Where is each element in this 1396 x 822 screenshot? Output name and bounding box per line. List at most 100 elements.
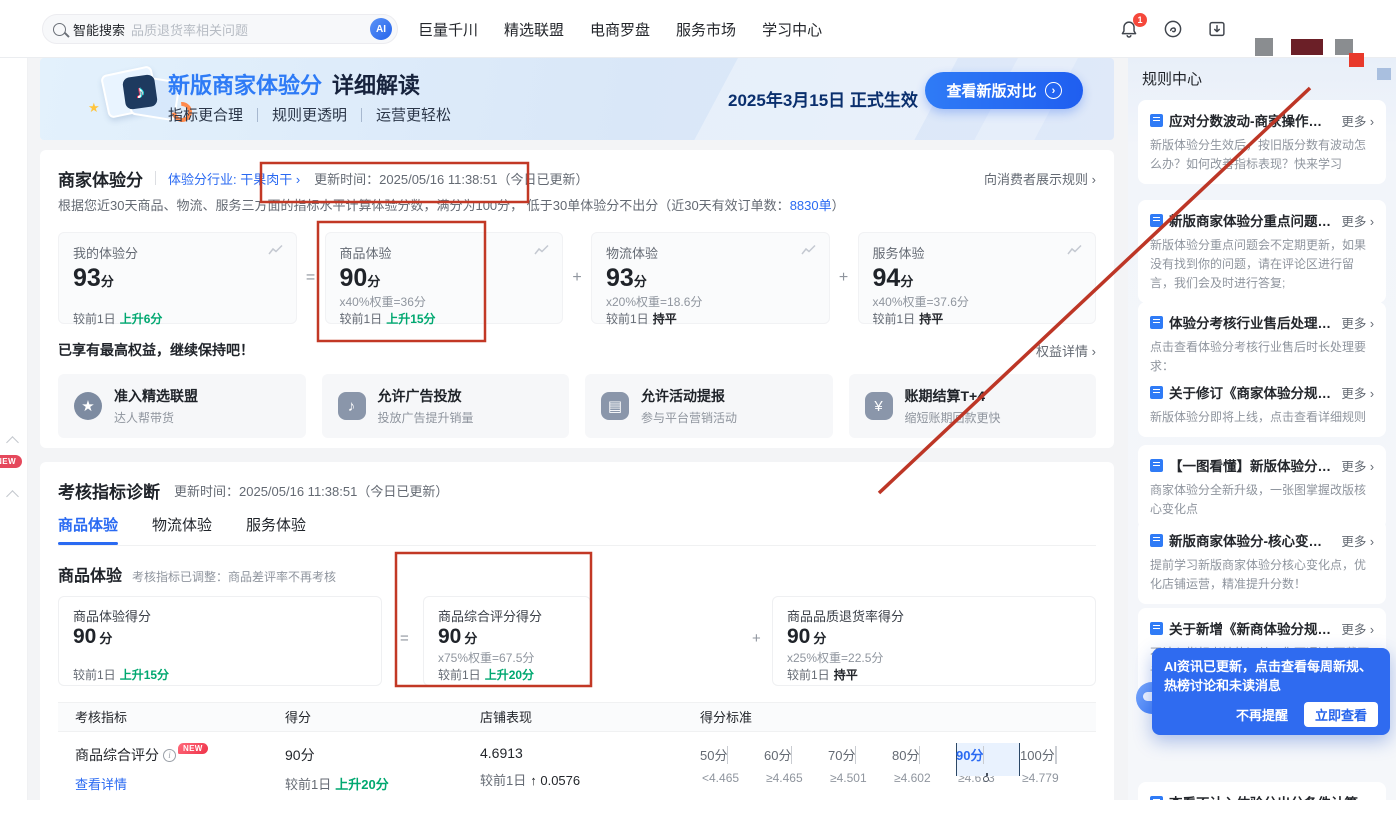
more-link[interactable]: 更多 › [1341,313,1374,332]
scale-col: 80分≥4.602 [892,745,956,785]
dismiss-button[interactable]: 不再提醒 [1236,705,1288,724]
table-row: 商品综合评分 i NEW 查看详情 90分 较前1日上升20分 4.6913 较… [58,732,1096,793]
download-icon[interactable] [1206,18,1228,40]
ai-search-button[interactable]: AI [370,18,392,40]
trend-value: 上升6分 [120,312,163,326]
wallet-icon: ¥ [865,392,893,420]
view-now-button[interactable]: 立即查看 [1304,702,1378,727]
nav-dianshangluopan[interactable]: 电商罗盘 [590,19,650,40]
trend-value: 持平 [834,668,858,682]
position-marker-icon [983,776,989,782]
view-detail-link[interactable]: 查看详情 [75,777,127,792]
trend-value: 上升15分 [386,312,435,326]
rules-center-title: 规则中心 [1142,68,1202,89]
search-icon [53,23,66,36]
section-title: 商家体验分 [58,166,143,191]
trend-value: 上升20分 [335,777,388,792]
artifact-block [1377,68,1391,80]
chevron-up-icon[interactable] [6,490,19,503]
perks-detail-link[interactable]: 权益详情 › [1036,341,1096,360]
scale-col: 70分≥4.501 [828,745,892,785]
top-bar: 智能搜索 品质退货率相关问题 AI 巨量千川 精选联盟 电商罗盘 服务市场 学习… [0,0,1396,58]
trend-chart-icon[interactable] [534,243,550,261]
scale-col: 50分<4.465 [700,745,764,785]
scale-col: 60分≥4.465 [764,745,828,785]
notification-badge: 1 [1133,13,1147,27]
metric-name: 商品综合评分 [75,745,159,765]
scale-col: 100分≥4.779 [1020,745,1088,785]
performance-cell: 4.6913 [480,745,692,761]
perks-row: ★ 准入精选联盟达人帮带货 ♪ 允许广告投放投放广告提升销量 ▤ 允许活动提报参… [58,374,1096,438]
diagnosis-cards-row: 商品体验得分 90分 较前1日上升15分 = 商品综合评分得分 90分 x75%… [58,596,1096,686]
score-scale: 50分<4.465 60分≥4.465 70分≥4.501 80分≥4.602 … [700,745,1088,785]
trend-value: 持平 [653,312,677,326]
tab-product-experience[interactable]: 商品体验 [58,514,118,545]
more-link[interactable]: 更多 › [1341,619,1374,638]
perk-card-campaign: ▤ 允许活动提报参与平台营销活动 [585,374,833,438]
rule-item[interactable]: 新版商家体验分-核心变化解读更多 › 提前学习新版商家体验分核心变化点，优化店铺… [1138,520,1386,604]
chevron-up-icon[interactable] [6,436,19,449]
trend-chart-icon[interactable] [801,243,817,261]
top-nav: 巨量千川 精选联盟 电商罗盘 服务市场 学习中心 [418,0,822,58]
operator: + [563,269,591,287]
rule-item[interactable]: 【一图看懂】新版体验分变化点更多 › 商家体验分全新升级，一张图掌握改版核心变化… [1138,445,1386,529]
metrics-table: 考核指标 得分 店铺表现 得分标准 商品综合评分 i NEW 查看详情 90分 … [58,702,1096,793]
adjust-note: 考核指标已调整：商品差评率不再考核 [132,568,336,585]
diagnosis-title: 考核指标诊断 [58,478,160,503]
performance-delta: ↑ 0.0576 [530,773,580,788]
more-link[interactable]: 更多 › [1341,111,1374,130]
diag-card-composite-rating: 商品综合评分得分 90分 x75%权重=67.5分 较前1日上升20分 [423,596,591,686]
order-count: 8830单 [790,198,832,213]
more-link[interactable]: 更多 › [1341,211,1374,230]
trend-value: 上升20分 [485,668,534,682]
info-icon[interactable]: i [163,749,176,762]
trend-chart-icon[interactable] [1067,243,1083,261]
notification-bell-icon[interactable]: 1 [1118,18,1140,40]
new-badge: NEW [178,743,208,754]
operator: + [830,269,858,287]
tab-logistics-experience[interactable]: 物流体验 [152,514,212,545]
search-input[interactable]: 智能搜索 品质退货率相关问题 AI [42,14,398,44]
view-comparison-button[interactable]: 查看新版对比 › [925,72,1083,109]
trend-value: 上升15分 [120,668,169,682]
nav-jingxuanlianmeng[interactable]: 精选联盟 [504,19,564,40]
diagnosis-update-time: 更新时间：2025/05/16 11:38:51（今日已更新） [174,481,448,500]
show-rules-link[interactable]: 向消费者展示规则 › [984,169,1096,188]
more-link[interactable]: 更多 › [1341,531,1374,550]
diag-card-product-score: 商品体验得分 90分 较前1日上升15分 [58,596,382,686]
operator: = [297,269,325,287]
industry-link[interactable]: 体验分行业: 干果肉干 › [168,169,300,188]
megaphone-icon: ♪ [338,392,366,420]
perks-title: 已享有最高权益，继续保持吧！ [58,340,254,360]
nav-xuexizhongxin[interactable]: 学习中心 [762,19,822,40]
perk-card-settlement: ¥ 账期结算T+4缩短账期回款更快 [849,374,1097,438]
experience-score-card: 商家体验分 体验分行业: 干果肉干 › 更新时间：2025/05/16 11:3… [40,150,1114,448]
rule-item[interactable]: 应对分数波动-商家操作手册更多 › 新版体验分生效后，按旧版分数有波动怎么办？如… [1138,100,1386,184]
book-icon [1150,114,1163,127]
tab-service-experience[interactable]: 服务体验 [246,514,306,545]
score-card-service: 服务体验 94分 x40%权重=37.6分 较前1日持平 [858,232,1097,324]
star-icon: ★ [74,392,102,420]
rule-item[interactable]: 查看不计入体验分出分条件计算 [1138,782,1386,800]
trend-chart-icon[interactable] [268,243,284,261]
ai-news-popup: AI资讯已更新，点击查看每周新规、热榜讨论和未读消息 不再提醒 立即查看 [1152,648,1390,735]
more-link[interactable]: 更多 › [1341,456,1374,475]
star-decor-icon: ★ [88,100,100,116]
book-icon [1150,622,1163,635]
new-version-banner: ♪ ★ 新版商家体验分详细解读 指标更合理 规则更透明 运营更轻松 2025年3… [40,58,1114,140]
rule-item[interactable]: 新版商家体验分重点问题解答更多 › 新版体验分重点问题会不定期更新，如果没有找到… [1138,200,1386,303]
rail-new-badge: NEW [0,455,22,468]
compass-icon[interactable] [1162,18,1184,40]
table-header: 考核指标 得分 店铺表现 得分标准 [58,702,1096,732]
nav-juliangqianchuan[interactable]: 巨量千川 [418,19,478,40]
book-icon [1150,796,1163,801]
search-prefix: 智能搜索 [73,20,125,39]
nav-fuwushichang[interactable]: 服务市场 [676,19,736,40]
rule-item[interactable]: 关于修订《商家体验分规范》的...更多 › 新版体验分即将上线，点击查看详细规则 [1138,372,1386,437]
book-icon [1150,214,1163,227]
update-time: 更新时间：2025/05/16 11:38:51（今日已更新） [314,169,588,188]
popup-message: AI资讯已更新，点击查看每周新规、热榜讨论和未读消息 [1164,657,1378,695]
book-icon [1150,534,1163,547]
left-rail: 页 NEW [0,0,28,800]
more-link[interactable]: 更多 › [1341,383,1374,402]
